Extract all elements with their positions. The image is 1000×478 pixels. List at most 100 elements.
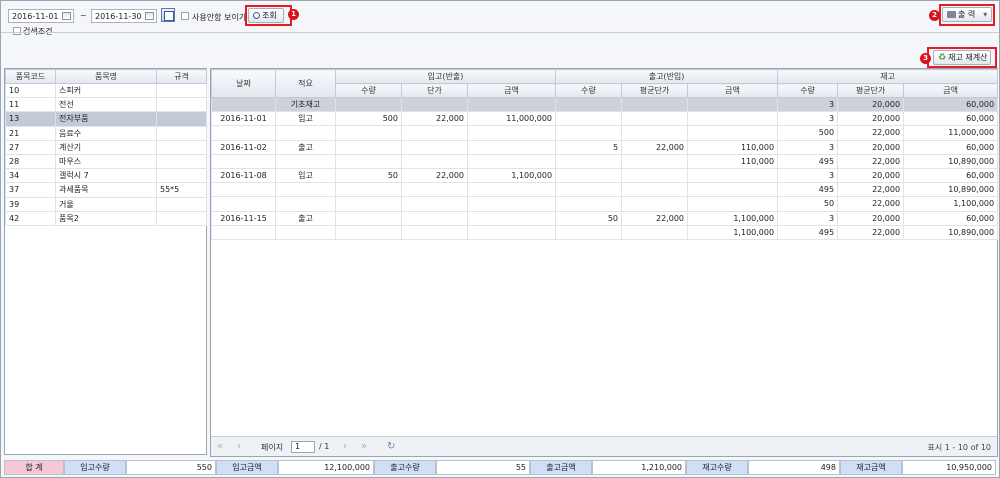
ledger-cell: 기초재고 — [275, 96, 336, 113]
ledger-row[interactable]: 500 22,000 11,000,000 — [211, 125, 999, 141]
show-unused-label: 사용안함 보이기 — [192, 13, 247, 22]
ledger-cell — [555, 153, 623, 169]
ledger-cell: 20,000 — [837, 139, 905, 155]
item-row[interactable]: 42 품목2 — [5, 210, 207, 226]
item-row[interactable]: 13 전자부품 — [5, 111, 207, 127]
prev-page-icon[interactable]: ‹ — [237, 441, 241, 452]
ledger-cell — [335, 96, 402, 113]
item-row[interactable]: 37 과세품목 55*5 — [5, 182, 207, 198]
next-page-icon[interactable]: › — [343, 441, 347, 452]
item-row[interactable]: 21 음료수 — [5, 125, 207, 141]
badge-3: 3 — [920, 53, 931, 64]
ledger-cell: 2016-11-08 — [211, 167, 276, 184]
item-row[interactable]: 27 계산기 — [5, 139, 207, 155]
ledger-row[interactable]: 2016-11-15 출고 50 22,000 1,100,000 3 20,000 60,0… — [211, 210, 999, 226]
item-cell — [156, 111, 207, 127]
ledger-subheader[interactable]: 금액 — [903, 83, 999, 98]
ledger-row[interactable]: 2016-11-08 입고 50 22,000 1,100,000 3 20,000 60,0… — [211, 167, 999, 184]
ledger-subheader[interactable]: 수량 — [555, 83, 623, 98]
ledger-row[interactable]: 1,100,000 495 22,000 10,890,000 — [211, 224, 999, 240]
date-from-field[interactable]: 2016-11-01 — [8, 9, 74, 23]
ledger-cell: 2016-11-02 — [211, 139, 276, 155]
ledger-row[interactable]: 2016-11-02 출고 5 22,000 110,000 3 20,000 60,000 — [211, 139, 999, 155]
col-item-code[interactable]: 품목코드 — [5, 69, 56, 84]
ledger-cell: 22,000 — [401, 111, 468, 127]
in-qty-value: 550 — [126, 460, 216, 475]
ledger-subheader[interactable]: 평균단가 — [621, 83, 689, 98]
ledger-cell: 5 — [555, 139, 623, 155]
ledger-cell: 1,100,000 — [903, 196, 999, 212]
ledger-subheader[interactable]: 평균단가 — [837, 83, 905, 98]
ledger-row[interactable]: 110,000 495 22,000 10,890,000 — [211, 153, 999, 169]
ledger-row[interactable]: 495 22,000 10,890,000 — [211, 182, 999, 198]
col-item-name[interactable]: 품목명 — [55, 69, 157, 84]
col-memo[interactable]: 적요 — [275, 69, 336, 98]
ledger-cell — [401, 210, 468, 226]
ledger-subheader[interactable]: 금액 — [466, 83, 557, 98]
ledger-cell — [275, 224, 336, 240]
ledger-row[interactable]: 2016-11-01 입고 500 22,000 11,000,000 3 20,000 60… — [211, 111, 999, 127]
stock-amt-label: 재고금액 — [840, 460, 902, 475]
ledger-cell — [275, 153, 336, 169]
ledger-row[interactable]: 50 22,000 1,100,000 — [211, 196, 999, 212]
ledger-cell: 60,000 — [903, 96, 999, 113]
item-cell — [156, 168, 207, 184]
item-cell: 거울 — [55, 196, 157, 212]
item-row[interactable]: 34 갤럭시 7 — [5, 168, 207, 184]
calendar-icon[interactable] — [62, 12, 71, 20]
item-cell — [156, 210, 207, 226]
col-date[interactable]: 날짜 — [211, 69, 276, 98]
search-conditions-checkbox[interactable] — [13, 27, 21, 35]
date-to-value: 2016-11-30 — [95, 12, 142, 21]
col-group-stock: 재고 — [777, 69, 999, 84]
item-row[interactable]: 28 마우스 — [5, 153, 207, 170]
ledger-cell — [211, 153, 276, 169]
col-spec[interactable]: 규격 — [156, 69, 207, 84]
item-cell: 계산기 — [55, 139, 157, 155]
out-qty-value: 55 — [436, 460, 530, 475]
ledger-subheader[interactable]: 수량 — [335, 83, 402, 98]
refresh-icon[interactable]: ↻ — [387, 441, 395, 452]
calendar-icon[interactable] — [145, 12, 154, 20]
page-input[interactable]: 1 — [291, 441, 315, 453]
item-cell: 과세품목 — [55, 182, 157, 198]
item-row[interactable]: 11 전선 — [5, 97, 207, 113]
ledger-cell — [335, 125, 402, 141]
date-to-field[interactable]: 2016-11-30 — [91, 9, 157, 23]
ledger-cell — [211, 125, 276, 141]
first-page-icon[interactable]: « — [217, 441, 223, 452]
col-group-out: 출고(반입) — [555, 69, 779, 84]
calendar-picker-button[interactable] — [161, 8, 175, 22]
ledger-cell: 20,000 — [837, 111, 905, 127]
ledger-cell — [621, 111, 689, 127]
ledger-cell: 22,000 — [837, 125, 905, 141]
item-cell — [156, 196, 207, 212]
ledger-cell — [621, 182, 689, 198]
ledger-cell — [335, 153, 402, 169]
ledger-cell — [555, 125, 623, 141]
item-row[interactable]: 39 거울 — [5, 196, 207, 212]
ledger-cell — [275, 196, 336, 212]
ledger-cell — [687, 196, 779, 212]
item-cell: 전선 — [55, 97, 157, 113]
ledger-row[interactable]: 기초재고 3 20,000 60,000 — [211, 96, 999, 113]
item-cell: 39 — [5, 196, 56, 212]
totals-label: 합 계 — [4, 460, 64, 475]
ledger-subheader[interactable]: 금액 — [687, 83, 779, 98]
last-page-icon[interactable]: » — [361, 441, 367, 452]
ledger-cell — [401, 224, 468, 240]
item-row[interactable]: 10 스피커 — [5, 82, 207, 99]
show-unused-checkbox[interactable] — [181, 12, 189, 20]
ledger-cell: 11,000,000 — [903, 125, 999, 141]
ledger-subheader[interactable]: 단가 — [401, 83, 468, 98]
ledger-cell — [335, 224, 402, 240]
ledger-cell: 출고 — [275, 139, 336, 155]
ledger-table: 날짜 적요 입고(반출) 출고(반입) 재고 수량 단가 금액 수량 평균단가 금액 수량 평… — [211, 69, 999, 240]
in-qty-label: 입고수량 — [64, 460, 126, 475]
ledger-cell — [621, 96, 689, 113]
ledger-cell — [335, 196, 402, 212]
ledger-cell: 22,000 — [837, 153, 905, 169]
ledger-subheader[interactable]: 수량 — [777, 83, 839, 98]
item-cell: 42 — [5, 210, 56, 226]
ledger-cell — [275, 125, 336, 141]
